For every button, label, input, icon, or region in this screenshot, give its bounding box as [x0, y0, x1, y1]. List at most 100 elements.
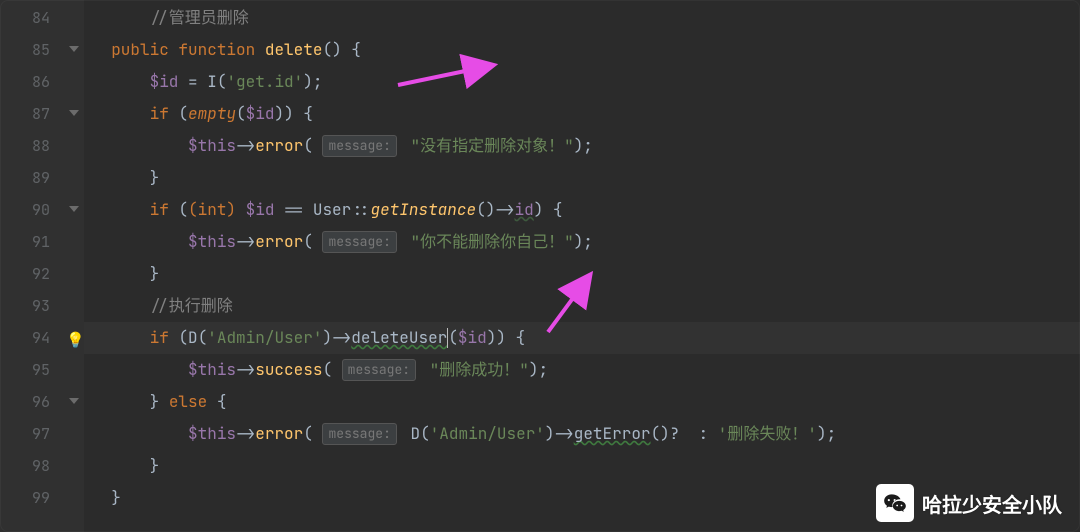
- keyword: public: [111, 39, 169, 60]
- fold-cell[interactable]: [66, 194, 84, 226]
- operator: ?: [670, 423, 689, 444]
- fold-cell: [66, 290, 84, 322]
- method: error: [255, 231, 303, 252]
- operator: ->: [332, 327, 351, 348]
- punct: ): [496, 327, 506, 348]
- brace: {: [506, 327, 525, 348]
- line-number: 87: [0, 98, 66, 130]
- code-line[interactable]: if ((int) $id == User::getInstance()->id…: [84, 194, 1080, 226]
- line-number: 86: [0, 66, 66, 98]
- operator: ->: [555, 423, 574, 444]
- keyword: function: [178, 39, 255, 60]
- parameter-hint: message:: [322, 135, 396, 157]
- fold-toggle-icon[interactable]: [69, 110, 79, 116]
- method: error: [255, 135, 303, 156]
- code-line[interactable]: //管理员删除: [84, 2, 1080, 34]
- intention-bulb-icon[interactable]: 💡: [66, 330, 85, 350]
- variable: $this: [188, 359, 236, 380]
- punct: (: [303, 135, 313, 156]
- punct: (: [178, 199, 188, 220]
- fold-cell[interactable]: [66, 98, 84, 130]
- punct: ;: [583, 135, 593, 156]
- function-call: I: [207, 71, 217, 92]
- method: getError: [574, 423, 651, 444]
- operator: ->: [236, 423, 255, 444]
- line-number: 95: [0, 354, 66, 386]
- code-line[interactable]: }: [84, 258, 1080, 290]
- function-call: D: [410, 423, 420, 444]
- punct: (: [476, 199, 486, 220]
- variable: $id: [458, 327, 487, 348]
- brace: }: [150, 263, 160, 284]
- punct: ): [487, 327, 497, 348]
- code-line[interactable]: if (D('Admin/User')->deleteUser($id)) {: [84, 322, 1080, 354]
- keyword: if: [150, 103, 169, 124]
- string: "没有指定删除对象！": [410, 135, 573, 156]
- fold-toggle-icon[interactable]: [69, 206, 79, 212]
- variable: $this: [188, 423, 236, 444]
- parameter-hint: message:: [342, 359, 416, 381]
- punct: ): [660, 423, 670, 444]
- string: 'Admin/User': [207, 327, 322, 348]
- brace: {: [294, 103, 313, 124]
- punct: ;: [583, 231, 593, 252]
- code-area[interactable]: //管理员删除 public function delete() { $id =…: [84, 0, 1080, 532]
- fold-cell[interactable]: [66, 34, 84, 66]
- code-line[interactable]: }: [84, 450, 1080, 482]
- variable: $id: [150, 71, 179, 92]
- fold-toggle-icon[interactable]: [69, 398, 79, 404]
- line-number: 96: [0, 386, 66, 418]
- code-line[interactable]: $this->error( message: D('Admin/User')->…: [84, 418, 1080, 450]
- fold-cell: [66, 162, 84, 194]
- punct: (: [217, 71, 227, 92]
- brace: }: [150, 167, 160, 188]
- code-line[interactable]: }: [84, 162, 1080, 194]
- punct: ): [274, 103, 284, 124]
- line-number: 94: [0, 322, 66, 354]
- string: "你不能删除你自己！": [410, 231, 573, 252]
- brace: }: [150, 455, 160, 476]
- fold-cell: [66, 482, 84, 514]
- line-number: 90: [0, 194, 66, 226]
- comment: //管理员删除: [150, 7, 249, 28]
- punct: ): [574, 135, 584, 156]
- punct: (: [198, 327, 208, 348]
- fold-cell: [66, 258, 84, 290]
- fold-cell: [66, 226, 84, 258]
- fold-cell[interactable]: 💡: [66, 322, 84, 354]
- line-number: 98: [0, 450, 66, 482]
- punct: (: [651, 423, 661, 444]
- line-number: 99: [0, 482, 66, 514]
- code-line[interactable]: } else {: [84, 386, 1080, 418]
- fold-gutter: 💡: [66, 0, 84, 532]
- property: id: [515, 199, 534, 220]
- punct: (: [322, 359, 332, 380]
- punct: ): [574, 231, 584, 252]
- watermark: 哈拉少安全小队: [876, 484, 1062, 522]
- code-line[interactable]: $id = I('get.id');: [84, 66, 1080, 98]
- builtin: empty: [188, 103, 236, 124]
- operator: ->: [236, 359, 255, 380]
- line-number: 91: [0, 226, 66, 258]
- fold-toggle-icon[interactable]: [69, 46, 79, 52]
- class-name: User: [313, 199, 351, 220]
- code-line[interactable]: $this->success( message: "删除成功！");: [84, 354, 1080, 386]
- code-line[interactable]: $this->error( message: "没有指定删除对象！");: [84, 130, 1080, 162]
- line-number: 92: [0, 258, 66, 290]
- punct: (: [322, 39, 332, 60]
- string: 'Admin/User': [430, 423, 545, 444]
- static-method: getInstance: [370, 199, 476, 220]
- punct: ;: [827, 423, 837, 444]
- line-number: 93: [0, 290, 66, 322]
- code-line[interactable]: public function delete() {: [84, 34, 1080, 66]
- fold-cell: [66, 450, 84, 482]
- line-number: 85: [0, 34, 66, 66]
- fold-cell[interactable]: [66, 386, 84, 418]
- code-line[interactable]: //执行删除: [84, 290, 1080, 322]
- operator: ->: [495, 199, 514, 220]
- code-editor[interactable]: 84 85 86 87 88 89 90 91 92 93 94 95 96 9…: [0, 0, 1080, 532]
- code-line[interactable]: if (empty($id)) {: [84, 98, 1080, 130]
- cast: (int): [188, 199, 246, 220]
- operator: ->: [236, 231, 255, 252]
- code-line[interactable]: $this->error( message: "你不能删除你自己！");: [84, 226, 1080, 258]
